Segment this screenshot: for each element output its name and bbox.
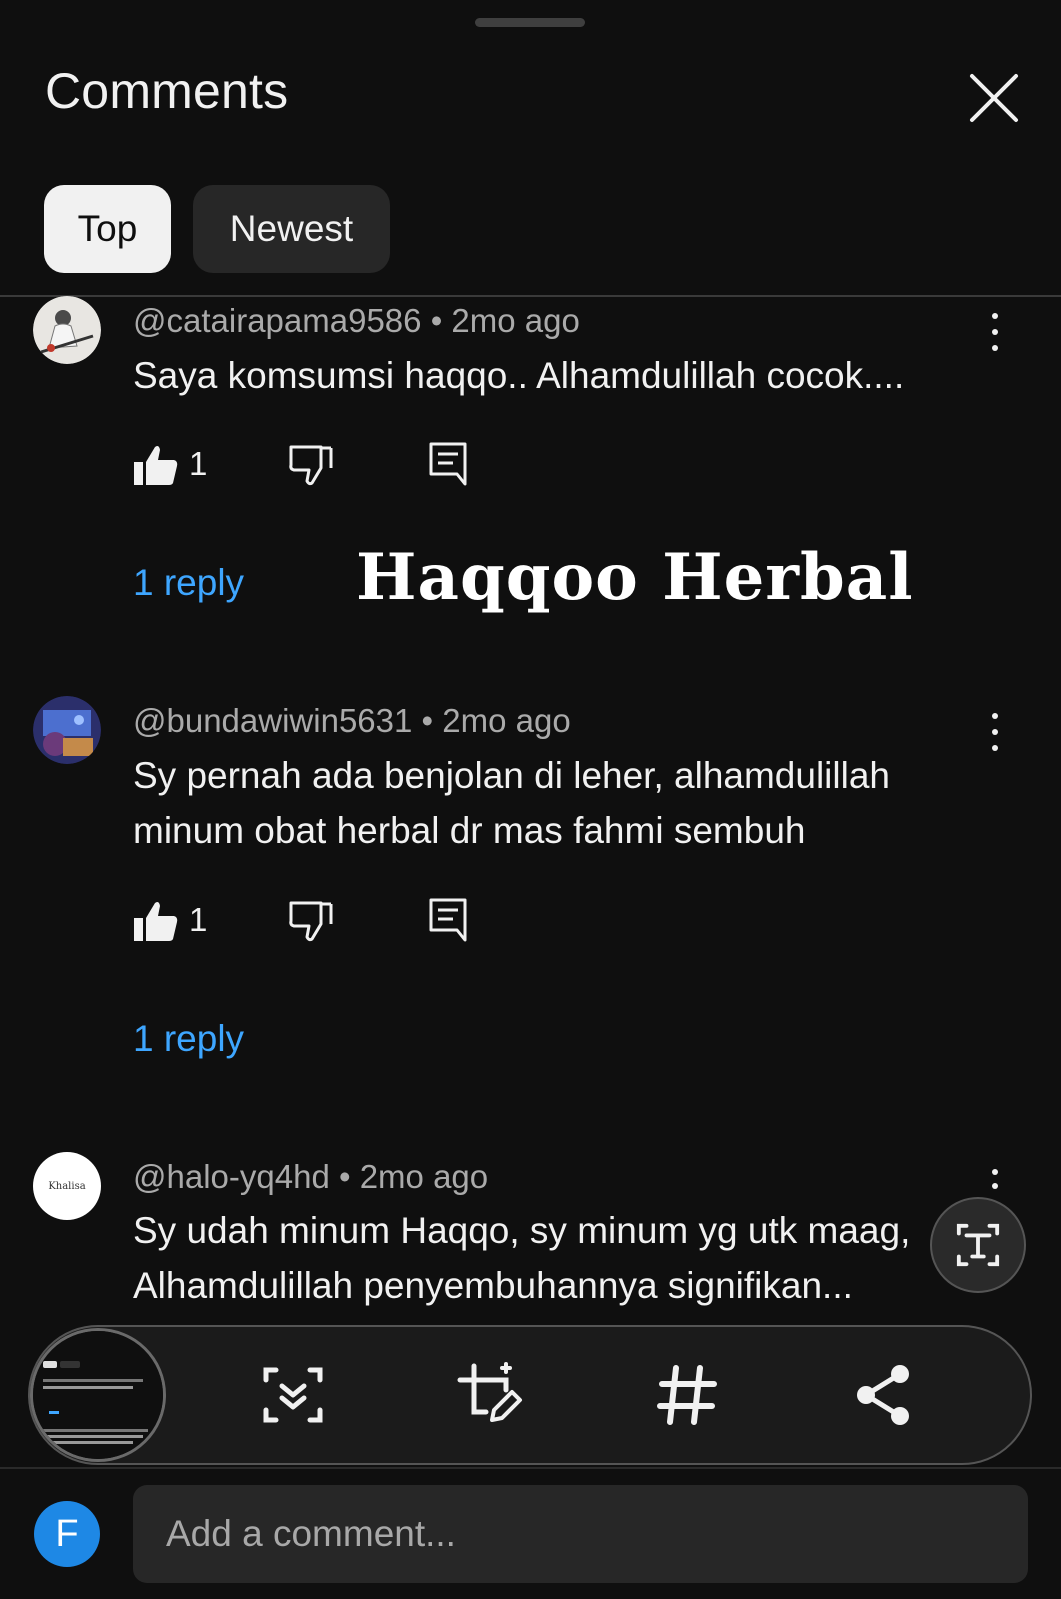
drag-handle[interactable]: [475, 18, 585, 27]
tab-newest[interactable]: Newest: [193, 185, 390, 273]
more-vert-icon[interactable]: [980, 1166, 1010, 1190]
comment-line: Saya komsumsi haqqo.. Alhamdulillah coco…: [133, 355, 905, 396]
thumbs-up-icon[interactable]: [133, 444, 179, 486]
comment-text: Saya komsumsi haqqo.. Alhamdulillah coco…: [133, 348, 904, 403]
meta-separator: •: [430, 302, 443, 339]
like-count: 1: [189, 901, 208, 938]
comment-input[interactable]: [133, 1485, 1028, 1583]
user-avatar[interactable]: F: [34, 1501, 100, 1567]
comment-line: Sy pernah ada benjolan di leher, alhamdu…: [133, 755, 890, 796]
comment-line: Alhamdulillah penyembuhannya signifikan.…: [133, 1265, 853, 1306]
thumbs-up-icon[interactable]: [133, 900, 179, 942]
replies-link[interactable]: 1 reply: [133, 1018, 244, 1060]
screenshot-thumbnail[interactable]: [30, 1328, 166, 1462]
avatar[interactable]: [33, 296, 101, 364]
text-extract-icon[interactable]: [930, 1197, 1026, 1293]
comment-line: minum obat herbal dr mas fahmi sembuh: [133, 810, 806, 851]
composer-divider: [0, 1467, 1061, 1469]
page-title: Comments: [45, 63, 289, 119]
reply-icon[interactable]: [429, 898, 467, 942]
comment-time: 2mo ago: [442, 702, 571, 739]
comments-sheet: Comments Top Newest @catairapama9586 • 2…: [0, 0, 1061, 1599]
comment-time: 2mo ago: [451, 302, 580, 339]
comment-time: 2mo ago: [359, 1158, 489, 1195]
overlay-watermark-text: Haqqoo Herbal: [356, 540, 914, 615]
avatar[interactable]: Khalisa: [33, 1152, 101, 1220]
thumbnail-preview: [33, 1331, 163, 1459]
comment-text: Sy udah minum Haqqo, sy minum yg utk maa…: [133, 1203, 910, 1313]
comment-author[interactable]: @catairapama9586: [133, 302, 422, 339]
more-vert-icon[interactable]: [980, 310, 1010, 354]
comment-author[interactable]: @halo-yq4hd: [133, 1158, 330, 1195]
hashtag-icon[interactable]: [652, 1360, 722, 1430]
comment-meta: @bundawiwin5631 • 2mo ago: [133, 702, 571, 740]
meta-separator: •: [421, 702, 434, 739]
reply-icon[interactable]: [429, 442, 467, 486]
header-divider: [0, 295, 1061, 297]
thumbs-down-icon[interactable]: [288, 900, 334, 942]
close-icon[interactable]: [964, 68, 1024, 128]
comment-meta: @catairapama9586 • 2mo ago: [133, 302, 580, 340]
thumbs-down-icon[interactable]: [288, 444, 334, 486]
comment-author[interactable]: @bundawiwin5631: [133, 702, 412, 739]
tab-top[interactable]: Top: [44, 185, 171, 273]
meta-separator: •: [338, 1158, 351, 1195]
more-vert-icon[interactable]: [980, 710, 1010, 754]
crop-edit-icon[interactable]: [456, 1360, 526, 1430]
avatar[interactable]: [33, 696, 101, 764]
replies-link[interactable]: 1 reply: [133, 562, 244, 604]
comment-line: Sy udah minum Haqqo, sy minum yg utk maa…: [133, 1210, 911, 1251]
like-count: 1: [189, 445, 208, 482]
scan-icon[interactable]: [258, 1360, 328, 1430]
avatar-logo-text: Khalisa: [48, 1180, 86, 1192]
share-icon[interactable]: [850, 1360, 920, 1430]
comment-text: Sy pernah ada benjolan di leher, alhamdu…: [133, 748, 890, 858]
comment-meta: @halo-yq4hd • 2mo ago: [133, 1158, 488, 1196]
